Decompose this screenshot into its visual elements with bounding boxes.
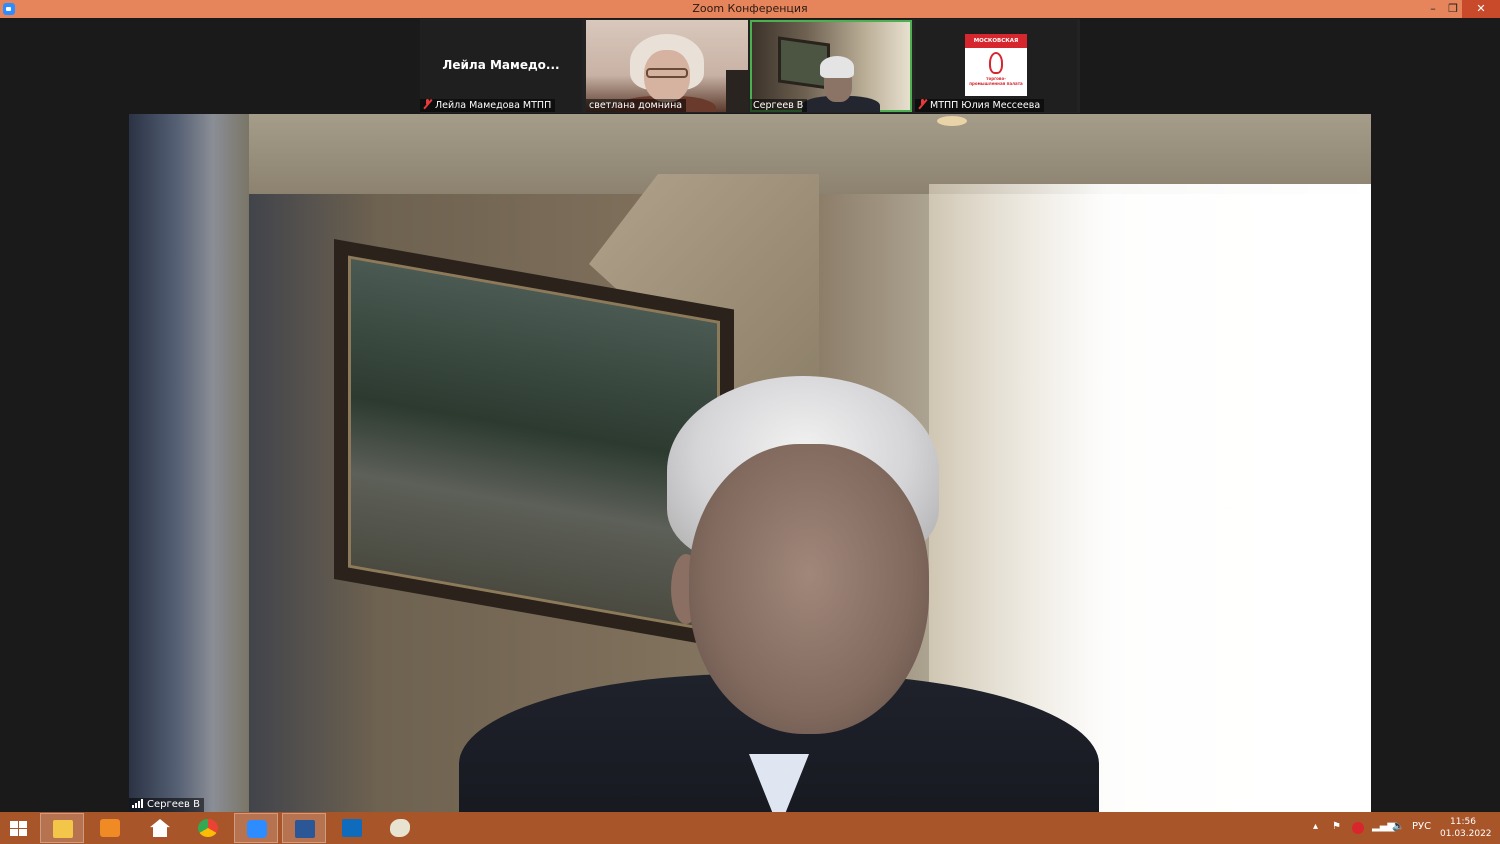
window-title: Zoom Конференция xyxy=(692,2,808,15)
signal-strength-icon xyxy=(132,799,144,808)
taskbar: ▴ ⚑ ▂▄▆ 🔈 РУС 11:56 01.03.2022 xyxy=(0,812,1500,844)
clock[interactable]: 11:56 01.03.2022 xyxy=(1440,816,1492,840)
tray-overflow-chevron-icon[interactable]: ▴ xyxy=(1313,821,1318,832)
volume-icon[interactable]: 🔈 xyxy=(1392,821,1404,832)
taskbar-home[interactable] xyxy=(138,813,182,843)
participant-name-label: Сергеев В xyxy=(750,99,808,112)
participant-display-name: Лейла Мамедо... xyxy=(442,58,560,72)
mic-muted-icon xyxy=(423,99,432,109)
media-player-icon xyxy=(100,819,120,837)
mic-muted-icon xyxy=(918,99,927,109)
taskbar-outlook[interactable] xyxy=(330,813,374,843)
main-speaker-video[interactable]: Сергеев В xyxy=(129,114,1371,812)
participant-tile[interactable]: Лейла Мамедо... Лейла Мамедова МТПП xyxy=(420,20,582,112)
taskbar-chrome[interactable] xyxy=(186,813,230,843)
taskbar-file-explorer[interactable] xyxy=(40,813,84,843)
taskbar-paint[interactable] xyxy=(378,813,422,843)
clock-date: 01.03.2022 xyxy=(1440,829,1492,839)
chamber-logo: МОСКОВСКАЯ торгово-промышленная палата xyxy=(965,34,1027,96)
taskbar-word[interactable] xyxy=(282,813,326,843)
video-curtain-left xyxy=(129,114,249,812)
speaker-name-label: Сергеев В xyxy=(129,798,204,812)
paint-palette-icon xyxy=(390,819,410,837)
video-background xyxy=(726,70,748,112)
participant-tile-active-speaker[interactable]: Сергеев В xyxy=(750,20,912,112)
participant-tile[interactable]: светлана домнина xyxy=(586,20,748,112)
folder-icon xyxy=(53,820,73,838)
logo-top-text: МОСКОВСКАЯ xyxy=(965,34,1027,48)
taskbar-zoom[interactable] xyxy=(234,813,278,843)
word-icon xyxy=(295,820,315,838)
logo-bottom-text: торгово-промышленная палата xyxy=(969,76,1023,86)
participant-video-hair xyxy=(820,56,854,78)
zoom-icon xyxy=(247,820,267,838)
chrome-icon xyxy=(198,819,218,837)
participant-name-label: светлана домнина xyxy=(586,99,687,112)
flag-icon[interactable]: ⚑ xyxy=(1332,821,1341,832)
participant-video-glasses xyxy=(646,68,688,78)
caduceus-icon xyxy=(989,52,1003,74)
system-tray: ▴ ⚑ ▂▄▆ 🔈 РУС 11:56 01.03.2022 xyxy=(1300,812,1500,844)
gallery-strip: Лейла Мамедо... Лейла Мамедова МТПП свет… xyxy=(420,19,1080,113)
home-icon xyxy=(150,819,170,837)
participant-name-label: Лейла Мамедова МТПП xyxy=(420,99,556,112)
language-indicator[interactable]: РУС xyxy=(1412,821,1431,832)
close-button[interactable]: ✕ xyxy=(1462,0,1500,18)
participant-name-label: МТПП Юлия Мессеева xyxy=(915,99,1045,112)
windows-logo-icon xyxy=(10,821,28,837)
antivirus-icon[interactable] xyxy=(1352,822,1364,834)
participant-tile[interactable]: МОСКОВСКАЯ торгово-промышленная палата М… xyxy=(915,20,1077,112)
video-ceiling-lamp xyxy=(937,116,967,126)
taskbar-media-player[interactable] xyxy=(88,813,132,843)
title-bar: Zoom Конференция – ❐ ✕ xyxy=(0,0,1500,18)
speaker-face xyxy=(689,444,929,734)
clock-time: 11:56 xyxy=(1450,817,1476,827)
start-button[interactable] xyxy=(0,813,44,843)
outlook-icon xyxy=(342,819,362,837)
